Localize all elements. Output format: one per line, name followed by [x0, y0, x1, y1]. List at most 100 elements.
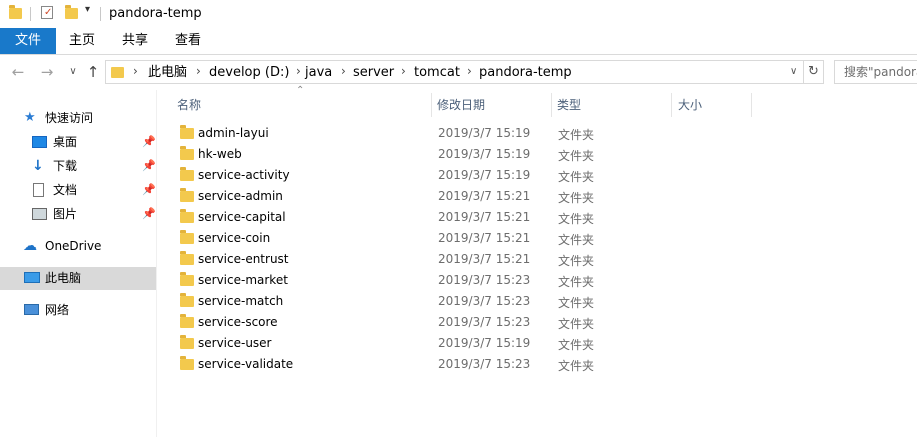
list-item[interactable]: service-score 2019/3/7 15:23 文件夹 [176, 312, 917, 333]
properties-icon[interactable]: ✓ [41, 6, 53, 19]
file-date: 2019/3/7 15:19 [438, 126, 531, 140]
pane-divider[interactable] [156, 90, 157, 437]
customize-quick-access-icon[interactable]: ▾ [85, 4, 90, 15]
sidebar-item-network[interactable]: 网络 [23, 299, 156, 321]
column-divider[interactable] [671, 93, 672, 117]
list-item[interactable]: service-match 2019/3/7 15:23 文件夹 [176, 291, 917, 312]
file-name: service-user [198, 336, 272, 350]
file-date: 2019/3/7 15:23 [438, 357, 531, 371]
breadcrumb-separator-icon[interactable]: › [296, 64, 301, 78]
file-type: 文件夹 [558, 275, 595, 289]
breadcrumb-pandora-temp[interactable]: pandora-temp [479, 65, 572, 81]
file-type: 文件夹 [558, 317, 595, 331]
list-item[interactable]: service-admin 2019/3/7 15:21 文件夹 [176, 186, 917, 207]
file-date: 2019/3/7 15:21 [438, 210, 531, 224]
list-item[interactable]: service-market 2019/3/7 15:23 文件夹 [176, 270, 917, 291]
column-divider[interactable] [431, 93, 432, 117]
recent-locations-chevron-icon[interactable]: ∨ [63, 60, 83, 84]
file-type: 文件夹 [558, 170, 595, 184]
tab-view[interactable]: 查看 [166, 28, 210, 54]
forward-button[interactable]: → [37, 60, 57, 84]
address-dropdown-chevron-icon[interactable]: ∨ [790, 66, 797, 77]
divider [30, 7, 31, 21]
folder-icon [180, 209, 194, 223]
file-date: 2019/3/7 15:19 [438, 147, 531, 161]
sidebar-item-label: 文档 [53, 183, 78, 197]
breadcrumb-separator-icon[interactable]: › [341, 64, 346, 78]
file-type: 文件夹 [558, 359, 595, 373]
list-item[interactable]: service-entrust 2019/3/7 15:21 文件夹 [176, 249, 917, 270]
back-button[interactable]: ← [8, 60, 28, 84]
search-input[interactable]: 搜索"pandora-temp" [834, 60, 917, 84]
sidebar-item-label: 快速访问 [45, 111, 94, 125]
sidebar-item-label: 图片 [53, 207, 78, 221]
folder-icon [180, 251, 194, 265]
breadcrumb-tomcat[interactable]: tomcat [414, 65, 460, 81]
file-date: 2019/3/7 15:19 [438, 336, 531, 350]
breadcrumb-separator-icon[interactable]: › [133, 64, 138, 78]
file-date: 2019/3/7 15:23 [438, 294, 531, 308]
folder-icon [180, 167, 194, 181]
sidebar-item-pictures[interactable]: 图片 📌 [31, 203, 156, 225]
file-type: 文件夹 [558, 254, 595, 268]
column-divider[interactable] [551, 93, 552, 117]
folder-icon [9, 5, 22, 19]
column-header-size[interactable]: 大小 [678, 93, 748, 117]
column-divider[interactable] [751, 93, 752, 117]
file-type: 文件夹 [558, 338, 595, 352]
file-name: service-validate [198, 357, 294, 371]
tab-home[interactable]: 主页 [60, 28, 104, 54]
file-type: 文件夹 [558, 212, 595, 226]
folder-icon [180, 314, 194, 328]
list-item[interactable]: service-capital 2019/3/7 15:21 文件夹 [176, 207, 917, 228]
new-folder-icon[interactable] [65, 5, 78, 19]
file-name: service-capital [198, 210, 286, 224]
file-date: 2019/3/7 15:21 [438, 189, 531, 203]
list-item[interactable]: service-coin 2019/3/7 15:21 文件夹 [176, 228, 917, 249]
file-date: 2019/3/7 15:23 [438, 273, 531, 287]
download-arrow-icon: ↓ [32, 158, 44, 174]
breadcrumb-separator-icon[interactable]: › [401, 64, 406, 78]
folder-icon [180, 125, 194, 139]
list-item[interactable]: admin-layui 2019/3/7 15:19 文件夹 [176, 123, 917, 144]
pin-icon[interactable]: 📌 [142, 203, 156, 225]
refresh-button[interactable]: ↻ [804, 60, 824, 84]
sidebar-item-label: 桌面 [53, 135, 78, 149]
breadcrumb-separator-icon[interactable]: › [467, 64, 472, 78]
list-item[interactable]: service-activity 2019/3/7 15:19 文件夹 [176, 165, 917, 186]
sidebar-item-this-pc[interactable]: 此电脑 [23, 267, 156, 289]
breadcrumb-java[interactable]: java [305, 65, 332, 81]
sidebar-item-onedrive[interactable]: ☁ OneDrive [23, 235, 156, 257]
sidebar-item-label: 下载 [53, 159, 78, 173]
breadcrumb-drive[interactable]: develop (D:) [209, 65, 289, 81]
address-bar[interactable]: › 此电脑 › develop (D:) › java › server › t… [105, 60, 804, 84]
picture-icon [32, 208, 47, 220]
folder-icon [180, 356, 194, 370]
breadcrumb-separator-icon[interactable]: › [196, 64, 201, 78]
window-title: pandora-temp [109, 6, 202, 21]
column-header-name[interactable]: 名称 [177, 93, 427, 117]
tab-file[interactable]: 文件 [0, 28, 56, 54]
sidebar-item-label: 网络 [45, 303, 70, 317]
list-item[interactable]: hk-web 2019/3/7 15:19 文件夹 [176, 144, 917, 165]
breadcrumb-server[interactable]: server [353, 65, 394, 81]
up-button[interactable]: ↑ [83, 60, 103, 84]
pin-icon[interactable]: 📌 [142, 155, 156, 177]
folder-icon [180, 335, 194, 349]
breadcrumb-this-pc[interactable]: 此电脑 [148, 65, 187, 81]
list-item[interactable]: service-user 2019/3/7 15:19 文件夹 [176, 333, 917, 354]
sidebar-item-downloads[interactable]: ↓ 下载 📌 [31, 155, 156, 177]
column-header-type[interactable]: 类型 [557, 93, 667, 117]
file-name: hk-web [198, 147, 242, 161]
tab-share[interactable]: 共享 [113, 28, 157, 54]
pin-icon[interactable]: 📌 [142, 179, 156, 201]
file-name: service-admin [198, 189, 283, 203]
sidebar-item-quick-access[interactable]: ★ 快速访问 [24, 107, 156, 129]
pin-icon[interactable]: 📌 [142, 131, 156, 153]
file-name: service-score [198, 315, 278, 329]
sidebar-item-documents[interactable]: 文档 📌 [31, 179, 156, 201]
sidebar-item-desktop[interactable]: 桌面 📌 [31, 131, 156, 153]
list-item[interactable]: service-validate 2019/3/7 15:23 文件夹 [176, 354, 917, 375]
folder-icon [180, 146, 194, 160]
column-header-date[interactable]: 修改日期 [437, 93, 547, 117]
